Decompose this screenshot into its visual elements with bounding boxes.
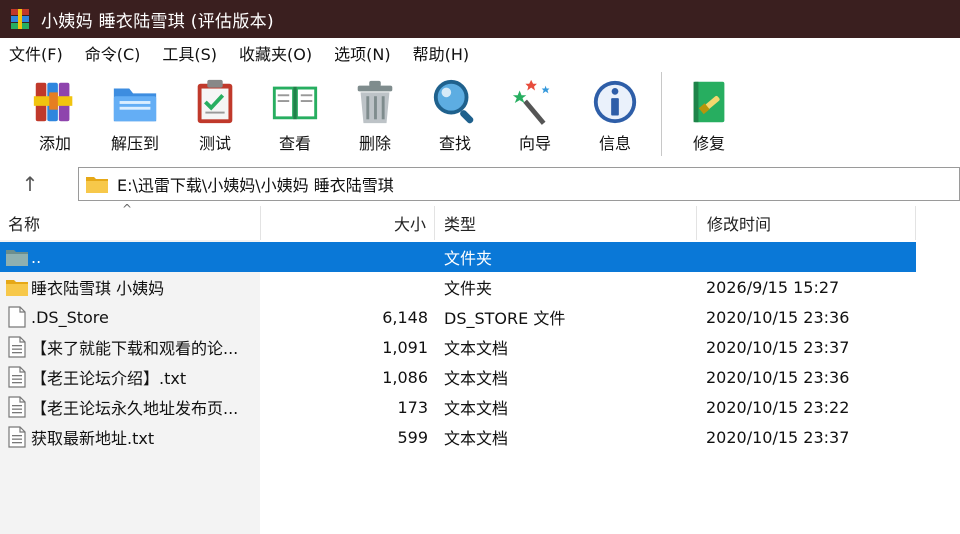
- address-path: E:\迅雷下载\小姨妈\小姨妈 睡衣陆雪琪: [117, 176, 394, 195]
- file-modified: [706, 242, 916, 272]
- repair-book-icon: [693, 81, 725, 123]
- open-book-icon: [272, 86, 318, 120]
- menu-options[interactable]: 选项(N): [323, 41, 401, 65]
- file-type: 文本文档: [444, 399, 509, 418]
- column-header-type[interactable]: 类型: [435, 206, 697, 240]
- toolbar-separator: [661, 72, 662, 156]
- add-button[interactable]: 添加: [15, 70, 95, 154]
- column-header-size[interactable]: 大小: [261, 206, 435, 240]
- file-row[interactable]: 【老王论坛永久地址发布页... 173 文本文档 2020/10/15 23:2…: [0, 392, 916, 422]
- text-file-icon: [8, 366, 26, 388]
- file-type: 文件夹: [444, 249, 493, 268]
- file-row[interactable]: 【老王论坛介绍】.txt 1,086 文本文档 2020/10/15 23:36: [0, 362, 916, 392]
- file-name: 获取最新地址.txt: [31, 429, 155, 448]
- menu-bar: 文件(F) 命令(C) 工具(S) 收藏夹(O) 选项(N) 帮助(H): [0, 38, 960, 68]
- books-add-icon: [33, 82, 73, 122]
- folder-extract-icon: [113, 88, 157, 122]
- file-size: 173: [397, 397, 428, 417]
- test-button[interactable]: 测试: [175, 70, 255, 154]
- file-type: DS_STORE 文件: [444, 309, 566, 328]
- up-one-level-button[interactable]: ↑: [18, 172, 42, 196]
- file-row[interactable]: 【来了就能下载和观看的论... 1,091 文本文档 2020/10/15 23…: [0, 332, 916, 362]
- file-modified: 2020/10/15 23:36: [706, 367, 850, 387]
- address-bar[interactable]: E:\迅雷下载\小姨妈\小姨妈 睡衣陆雪琪: [78, 167, 960, 201]
- file-size: [262, 242, 428, 272]
- extract-to-button[interactable]: 解压到: [95, 70, 175, 154]
- file-list: ^ 名称 大小 类型 修改时间 .. 文件夹 睡衣陆雪琪 小姨妈 文件夹 202…: [0, 202, 960, 534]
- file-row[interactable]: 获取最新地址.txt 599 文本文档 2020/10/15 23:37: [0, 422, 916, 452]
- magic-wand-icon: [512, 79, 550, 125]
- text-file-icon: [8, 396, 26, 418]
- wizard-button[interactable]: 向导: [495, 70, 575, 154]
- magnifier-icon: [433, 79, 474, 124]
- file-modified: 2026/9/15 15:27: [706, 277, 840, 297]
- file-name: .DS_Store: [31, 307, 109, 327]
- file-modified: 2020/10/15 23:37: [706, 427, 850, 447]
- title-bar: 小姨妈 睡衣陆雪琪 (评估版本): [0, 0, 960, 38]
- file-size: 599: [397, 427, 428, 447]
- address-row: ↑ E:\迅雷下载\小姨妈\小姨妈 睡衣陆雪琪: [0, 160, 960, 206]
- file-name: 【老王论坛永久地址发布页...: [31, 399, 239, 418]
- file-row[interactable]: .DS_Store 6,148 DS_STORE 文件 2020/10/15 2…: [0, 302, 916, 332]
- folder-up-icon: [6, 250, 28, 266]
- menu-command[interactable]: 命令(C): [74, 41, 152, 65]
- file-type: 文本文档: [444, 429, 509, 448]
- file-size: 1,086: [382, 367, 428, 387]
- file-name: 【来了就能下载和观看的论...: [31, 339, 239, 358]
- file-modified: 2020/10/15 23:22: [706, 397, 850, 417]
- window-title: 小姨妈 睡衣陆雪琪 (评估版本): [41, 11, 274, 32]
- file-size: 1,091: [382, 337, 428, 357]
- column-header-modified[interactable]: 修改时间: [697, 206, 916, 240]
- file-name: 【老王论坛介绍】.txt: [31, 369, 187, 388]
- toolbar: 添加 解压到 测试 查看 删除 查找 向导 信息 修复: [0, 70, 960, 158]
- clipboard-check-icon: [197, 79, 233, 124]
- arrow-up-icon: ↑: [21, 172, 39, 196]
- view-button[interactable]: 查看: [255, 70, 335, 154]
- file-modified: 2020/10/15 23:37: [706, 337, 850, 357]
- trash-can-icon: [357, 80, 393, 124]
- file-type: 文件夹: [444, 279, 493, 298]
- file-name: 睡衣陆雪琪 小姨妈: [31, 279, 165, 298]
- file-name: ..: [31, 247, 42, 267]
- winrar-app-icon: [11, 9, 29, 29]
- menu-favorites[interactable]: 收藏夹(O): [228, 41, 323, 65]
- text-file-icon: [8, 426, 26, 448]
- menu-file[interactable]: 文件(F): [0, 41, 74, 65]
- file-icon: [8, 306, 26, 328]
- file-size: [262, 272, 428, 302]
- info-button[interactable]: 信息: [575, 70, 655, 154]
- file-row-parent[interactable]: .. 文件夹: [0, 242, 916, 272]
- delete-button[interactable]: 删除: [335, 70, 415, 154]
- file-modified: 2020/10/15 23:36: [706, 307, 850, 327]
- file-type: 文本文档: [444, 369, 509, 388]
- find-button[interactable]: 查找: [415, 70, 495, 154]
- file-row[interactable]: 睡衣陆雪琪 小姨妈 文件夹 2026/9/15 15:27: [0, 272, 916, 302]
- menu-help[interactable]: 帮助(H): [402, 41, 481, 65]
- repair-button[interactable]: 修复: [670, 70, 748, 154]
- file-size: 6,148: [382, 307, 428, 327]
- info-circle-icon: [593, 80, 637, 124]
- menu-tools[interactable]: 工具(S): [151, 41, 228, 65]
- column-header-name[interactable]: ^ 名称: [0, 202, 261, 240]
- folder-icon: [86, 177, 108, 193]
- sort-ascending-icon: ^: [122, 202, 133, 216]
- folder-icon: [6, 280, 28, 296]
- file-type: 文本文档: [444, 339, 509, 358]
- text-file-icon: [8, 336, 26, 358]
